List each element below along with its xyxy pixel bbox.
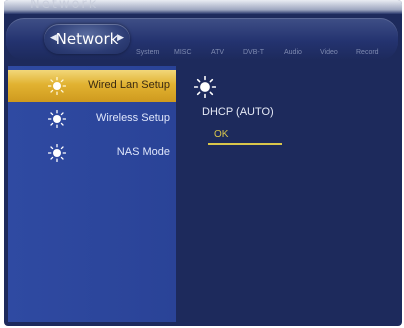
sidebar-item-wireless-setup[interactable]: Wireless Setup — [8, 103, 176, 135]
sidebar-item-wired-lan-setup[interactable]: Wired Lan Setup — [8, 70, 176, 102]
sidebar-item-label: NAS Mode — [116, 146, 170, 158]
tab-dvbt[interactable]: DVB-T — [243, 49, 264, 56]
tab-video[interactable]: Video — [320, 49, 338, 56]
sun-icon — [47, 76, 67, 96]
tab-system[interactable]: System — [136, 49, 159, 56]
sun-icon — [193, 75, 217, 99]
dhcp-mode-label: DHCP (AUTO) — [202, 106, 274, 118]
sidebar: Wired Lan Setup Wireless Setup NAS Mode — [8, 66, 176, 322]
sidebar-item-label: Wireless Setup — [96, 112, 170, 124]
arrow-right-icon[interactable]: ▶ — [117, 33, 124, 43]
tab-atv[interactable]: ATV — [211, 49, 224, 56]
sun-icon — [47, 109, 67, 129]
screen: Network ◀ Network ▶ System MISC ATV DVB-… — [4, 0, 402, 326]
sidebar-item-label: Wired Lan Setup — [88, 79, 170, 91]
tab-network[interactable]: ◀ Network ▶ — [44, 24, 130, 54]
tab-audio[interactable]: Audio — [284, 49, 302, 56]
sidebar-item-nas-mode[interactable]: NAS Mode — [8, 137, 176, 169]
sun-icon — [47, 143, 67, 163]
top-reflection: Network — [4, 0, 402, 14]
tab-bar: ◀ Network ▶ System MISC ATV DVB-T Audio … — [6, 18, 398, 60]
tab-record[interactable]: Record — [356, 49, 379, 56]
reflection-text: Network — [30, 0, 99, 12]
settings-panel: DHCP (AUTO) OK — [180, 66, 396, 322]
ok-button-label: OK — [214, 129, 229, 140]
ok-button[interactable]: OK — [208, 127, 282, 145]
tab-misc[interactable]: MISC — [174, 49, 192, 56]
